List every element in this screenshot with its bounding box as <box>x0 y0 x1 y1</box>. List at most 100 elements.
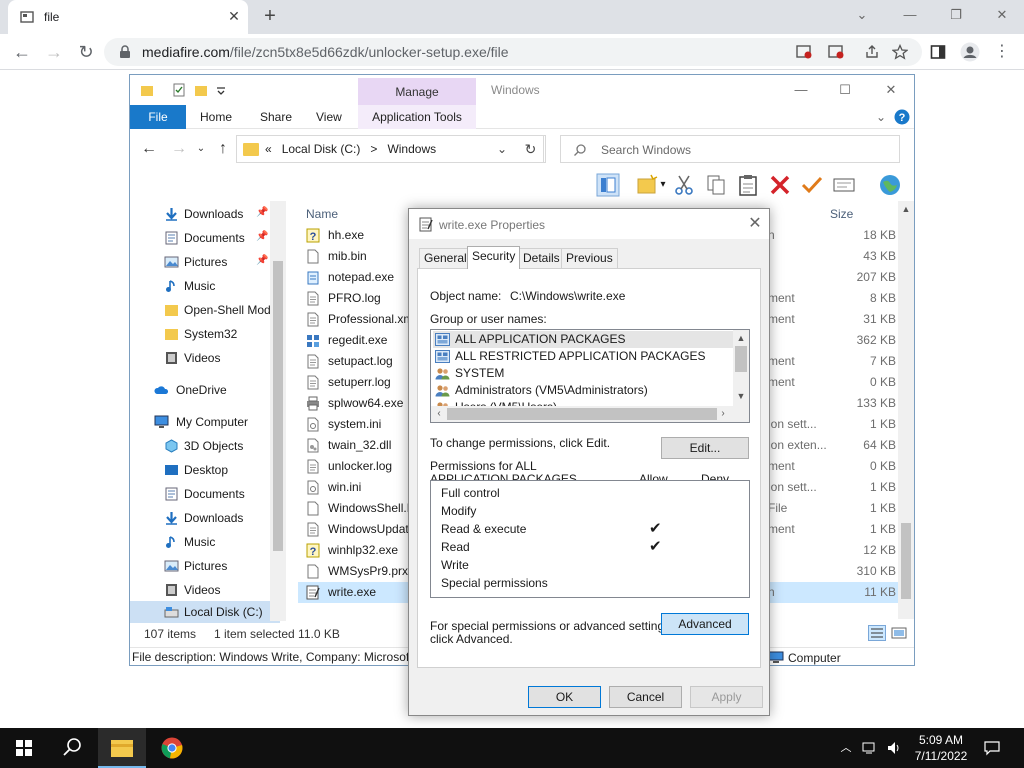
nav-item-open-shell[interactable]: Open-Shell Mod <box>130 299 280 321</box>
nav-item-3d-objects[interactable]: 3D Objects <box>130 435 280 457</box>
column-header-size[interactable]: Size <box>830 207 853 221</box>
nav-item-videos[interactable]: Videos <box>130 347 280 369</box>
back-button[interactable]: ← <box>10 40 34 64</box>
nav-item-music-pc[interactable]: Music <box>130 531 280 553</box>
nav-item-documents-pinned[interactable]: Documents 📌 <box>130 227 280 249</box>
address-folder[interactable]: Windows <box>387 142 436 156</box>
delete-icon[interactable] <box>768 173 792 197</box>
nav-item-downloads[interactable]: Downloads <box>130 507 280 529</box>
address-drive[interactable]: Local Disk (C:) <box>282 142 361 156</box>
share-icon[interactable] <box>864 44 880 60</box>
details-view-icon[interactable] <box>868 625 886 641</box>
copy-icon[interactable] <box>704 173 728 197</box>
explorer-close-button[interactable]: ✕ <box>876 81 906 99</box>
forward-button[interactable]: → <box>42 40 66 64</box>
properties-icon[interactable] <box>172 83 186 97</box>
explorer-forward-button[interactable]: → <box>170 141 188 157</box>
close-window-button[interactable]: ✕ <box>982 4 1022 26</box>
cancel-button[interactable]: Cancel <box>609 686 682 708</box>
browser-tab[interactable]: file ✕ <box>8 0 248 34</box>
paste-icon[interactable] <box>736 173 760 197</box>
chevron-down-icon[interactable]: ⌄ <box>842 4 882 26</box>
nav-item-local-disk[interactable]: Local Disk (C:) <box>130 601 280 623</box>
address-bar[interactable]: mediafire.com/file/zcn5tx8e5d66zdk/unloc… <box>104 38 922 66</box>
group-list-item[interactable]: Administrators (VM5\Administrators) <box>433 382 735 399</box>
nav-item-onedrive[interactable]: OneDrive <box>130 379 280 401</box>
scroll-left-arrow-icon[interactable]: ‹ <box>431 406 447 422</box>
refresh-button[interactable]: ↻ <box>518 135 544 163</box>
ribbon-tab-application-tools[interactable]: Application Tools <box>358 105 476 129</box>
tab-details[interactable]: Details <box>518 248 565 268</box>
nav-item-system32[interactable]: System32 <box>130 323 280 345</box>
scrollbar-thumb[interactable] <box>901 523 911 599</box>
nav-item-music[interactable]: Music <box>130 275 280 297</box>
ribbon-tab-share[interactable]: Share <box>260 105 292 129</box>
more-menu-icon[interactable]: ⋮ <box>994 44 1010 60</box>
large-icons-view-icon[interactable] <box>890 625 908 641</box>
manage-context-tab[interactable]: Manage <box>358 78 476 106</box>
nav-item-pictures[interactable]: Pictures <box>130 555 280 577</box>
rename-check-icon[interactable] <box>800 173 824 197</box>
group-list-item[interactable]: ALL APPLICATION PACKAGES <box>433 331 735 348</box>
group-list-hscrollbar[interactable]: ‹ › <box>431 406 749 422</box>
properties-icon[interactable] <box>832 173 856 197</box>
globe-icon[interactable] <box>878 173 902 197</box>
tab-close-icon[interactable]: ✕ <box>226 8 242 24</box>
search-input[interactable]: Search Windows <box>560 135 900 163</box>
nav-item-downloads-pinned[interactable]: Downloads 📌 <box>130 203 280 225</box>
scroll-right-arrow-icon[interactable]: › <box>715 406 731 422</box>
explorer-back-button[interactable]: ← <box>140 141 158 157</box>
file-list-scrollbar[interactable]: ▲ <box>898 201 914 619</box>
ok-button[interactable]: OK <box>528 686 601 708</box>
side-panel-icon[interactable] <box>930 44 946 60</box>
apply-button[interactable]: Apply <box>690 686 763 708</box>
nav-pane-scrollbar[interactable] <box>270 201 286 621</box>
nav-item-desktop[interactable]: Desktop <box>130 459 280 481</box>
up-button[interactable]: ↑ <box>214 141 232 157</box>
new-folder-icon[interactable] <box>636 173 660 197</box>
preview-pane-icon[interactable] <box>596 173 620 197</box>
notifications-icon[interactable] <box>984 740 1000 756</box>
ribbon-expand-chevron-icon[interactable]: ⌄ <box>876 105 886 129</box>
ribbon-tab-view[interactable]: View <box>316 105 342 129</box>
windows-start-icon[interactable] <box>0 728 48 768</box>
nav-item-pictures-pinned[interactable]: Pictures 📌 <box>130 251 280 273</box>
tab-security[interactable]: Security <box>467 246 521 269</box>
block-icon[interactable] <box>796 44 812 60</box>
clock[interactable]: 5:09 AM 7/11/2022 <box>906 732 976 764</box>
scrollbar-thumb[interactable] <box>273 261 283 551</box>
new-folder-icon[interactable] <box>194 83 208 97</box>
new-tab-button[interactable]: + <box>258 6 282 28</box>
column-header-name[interactable]: Name <box>306 207 338 221</box>
group-list-item[interactable]: ALL RESTRICTED APPLICATION PACKAGES <box>433 348 735 365</box>
edit-button[interactable]: Edit... <box>661 437 749 459</box>
network-icon[interactable] <box>862 740 878 756</box>
taskbar-file-explorer[interactable] <box>98 728 146 768</box>
taskbar-chrome[interactable] <box>148 728 196 768</box>
scrollbar-thumb[interactable] <box>735 346 747 372</box>
nav-item-my-computer[interactable]: My Computer <box>130 411 280 433</box>
ribbon-tab-home[interactable]: Home <box>200 105 232 129</box>
ribbon-tab-file[interactable]: File <box>130 105 186 129</box>
address-separator[interactable]: > <box>370 142 377 156</box>
new-item-dropdown-icon[interactable]: ▾ <box>658 173 668 197</box>
scroll-up-arrow-icon[interactable]: ▲ <box>733 330 749 346</box>
tray-overflow-chevron-icon[interactable]: ︿ <box>838 740 854 756</box>
dialog-close-icon[interactable]: ✕ <box>745 214 765 234</box>
tab-general[interactable]: General <box>419 248 472 268</box>
scroll-down-arrow-icon[interactable]: ▼ <box>733 388 749 404</box>
group-list-vscrollbar[interactable]: ▲ ▼ <box>733 330 749 406</box>
minimize-button[interactable]: — <box>890 4 930 26</box>
pin-icon[interactable]: 📌 <box>256 255 268 267</box>
profile-avatar-icon[interactable] <box>960 42 980 62</box>
group-list-item[interactable]: SYSTEM <box>433 365 735 382</box>
scroll-up-arrow-icon[interactable]: ▲ <box>898 201 914 217</box>
nav-item-videos-pc[interactable]: Videos <box>130 579 280 601</box>
pin-icon[interactable]: 📌 <box>256 231 268 243</box>
scrollbar-thumb[interactable] <box>447 408 717 420</box>
reload-button[interactable]: ↻ <box>74 40 98 64</box>
customize-quick-access-icon[interactable] <box>214 83 228 97</box>
popup-blocked-icon[interactable] <box>828 44 844 60</box>
nav-item-documents[interactable]: Documents <box>130 483 280 505</box>
explorer-address-bar[interactable]: « Local Disk (C:) > Windows ⌄ <box>236 135 546 163</box>
